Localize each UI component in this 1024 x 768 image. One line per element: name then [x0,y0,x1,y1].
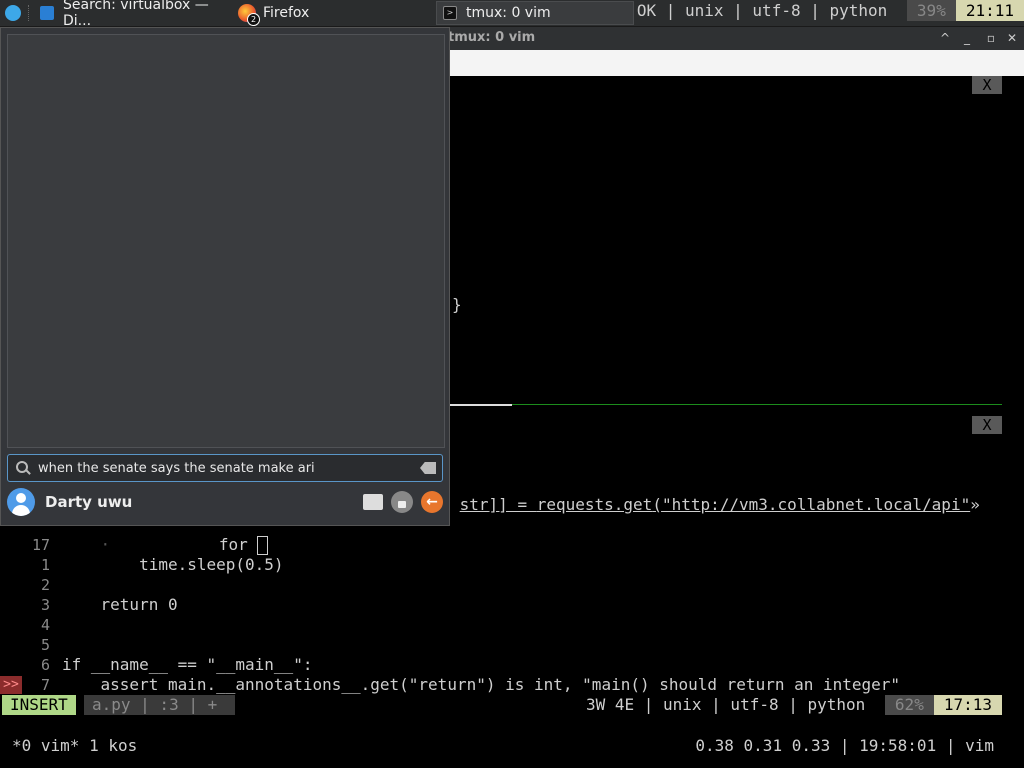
lock-icon[interactable] [391,491,413,513]
status-position: 17:13 [933,695,1002,715]
code-line-request: str]] = requests.get("http://vm3.collabn… [459,495,980,514]
window-count-badge: 2 [247,13,260,26]
line-number: 2 [40,576,50,594]
restore-icon[interactable]: ▫ [983,30,999,46]
clear-icon[interactable] [420,462,436,474]
search-results-panel [7,34,445,448]
search-input[interactable] [36,459,420,477]
line-number: 3 [40,596,50,614]
line-number: 17 [31,536,50,554]
tmux-status-right: 0.38 0.31 0.33 | 19:58:01 | vim [695,736,994,755]
task-label: tmux: 0 vim [466,5,551,21]
pane-divider-highlight [450,404,512,406]
vim-statusline-bottom: INSERT a.py | :3 | + 3W 4E | unix | utf-… [0,695,1002,715]
text-cursor [257,536,269,555]
line-number: 6 [40,656,50,674]
status-percent: 39% [906,0,956,21]
window-title: tmux: 0 vim [448,30,536,45]
task-dolphin[interactable]: Search: virtualbox — Di... [36,0,232,29]
kde-logo-icon [5,5,21,21]
line-number: 5 [40,636,50,654]
task-terminal[interactable]: > tmux: 0 vim [436,1,634,25]
code-line[interactable]: return 0 [62,595,178,615]
line-number: 1 [40,556,50,574]
status-info: OK | unix | utf-8 | python [636,1,897,20]
user-name: Darty uwu [45,493,133,511]
status-percent: 62% [884,695,934,715]
switch-user-icon[interactable] [363,494,383,510]
taskbar-separator [28,5,31,21]
code-line[interactable]: · for [62,535,269,555]
line-number: 4 [40,616,50,634]
user-bar: Darty uwu ← [7,486,443,518]
line-number: 7 [40,676,50,694]
maximize-icon[interactable]: _ [959,30,975,46]
code-brace: } [452,295,462,314]
avatar[interactable] [7,488,35,516]
search-box[interactable] [7,454,443,482]
task-label: Firefox [263,5,310,21]
code-line[interactable]: assert main.__annotations__.get("return"… [62,675,901,695]
close-icon[interactable]: ✕ [1004,30,1020,46]
terminal-toolbar-strip [448,50,1024,76]
code-line[interactable]: time.sleep(0.5) [62,555,284,575]
search-icon [16,461,31,475]
status-filename: a.py | :3 | + [84,695,235,715]
status-position: 21:11 [955,0,1024,21]
task-firefox[interactable]: 2 Firefox [234,1,430,26]
application-launcher: Darty uwu ← [0,27,450,526]
tmux-window-list[interactable]: *0 vim* 1 kos [12,735,137,757]
code-line[interactable]: if __name__ == "__main__": [62,655,312,675]
pane-close-button[interactable]: X [972,416,1002,434]
leave-icon[interactable]: ← [421,491,443,513]
terminal-icon: > [443,6,457,20]
vim-mode: INSERT [2,695,76,715]
minimize-icon[interactable]: ^ [937,30,953,46]
dolphin-icon [40,6,54,20]
status-info: 3W 4E | unix | utf-8 | python [585,695,875,714]
tmux-statusbar: *0 vim* 1 kos 0.38 0.31 0.33 | 19:58:01 … [0,735,1024,757]
firefox-icon: 2 [238,4,260,26]
start-menu-button[interactable] [2,1,24,25]
pane-close-button[interactable]: X [972,76,1002,94]
task-label: Search: virtualbox — Di... [63,0,209,29]
pane-divider [450,404,1002,405]
